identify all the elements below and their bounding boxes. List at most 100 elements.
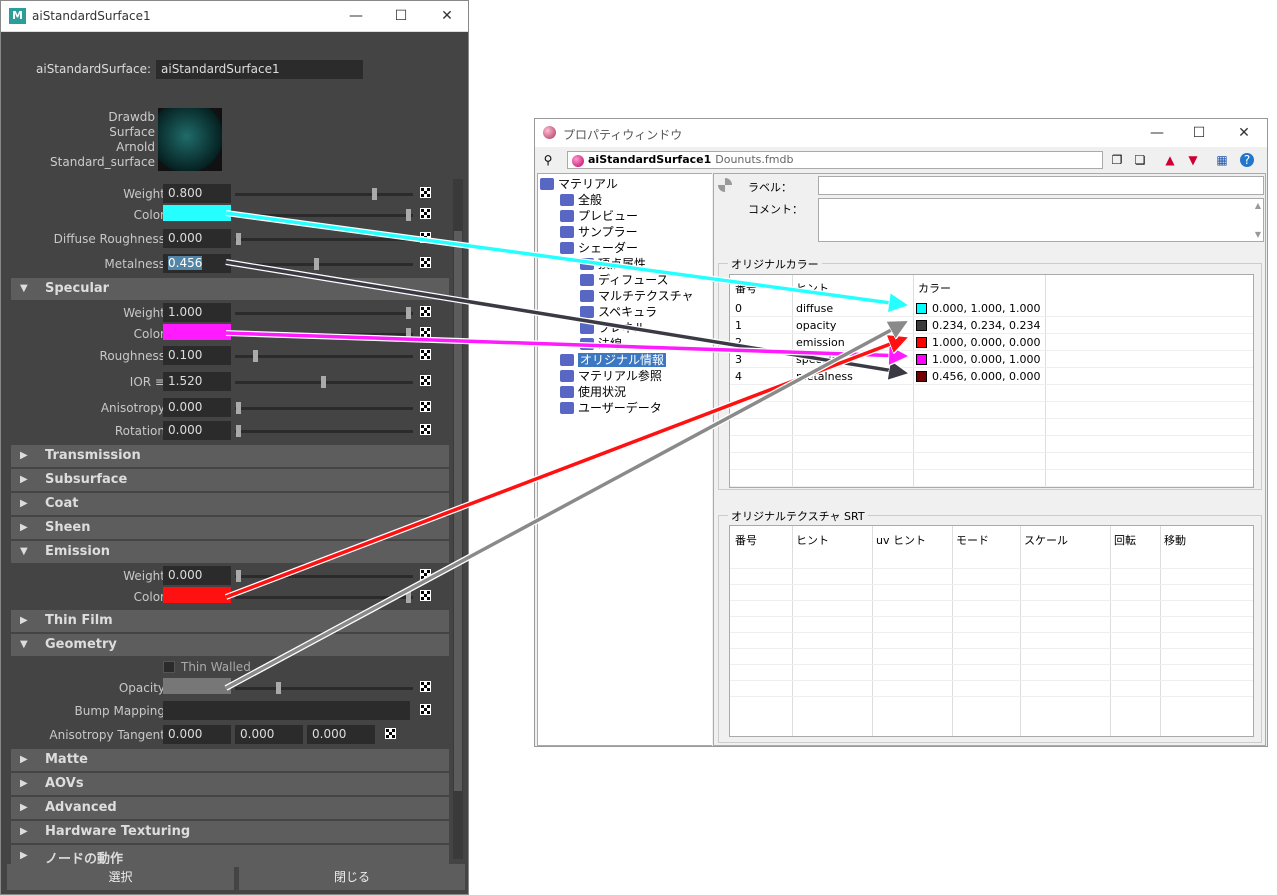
select-button[interactable]: 選択 bbox=[7, 864, 234, 890]
maximize-icon[interactable]: ☐ bbox=[391, 7, 411, 25]
tangent-y-field[interactable]: 0.000 bbox=[235, 725, 303, 744]
tree-item-11[interactable]: オリジナル情報 bbox=[560, 352, 667, 368]
section-bottom-3[interactable]: ▶ Hardware Texturing bbox=[11, 821, 449, 843]
prop-maximize-icon[interactable]: ☐ bbox=[1189, 124, 1209, 142]
texture-row[interactable] bbox=[730, 616, 1253, 633]
map-button-icon[interactable] bbox=[420, 590, 431, 601]
value-field[interactable]: 1.520 bbox=[163, 372, 231, 391]
slider-handle[interactable] bbox=[406, 307, 411, 319]
tree-item-2[interactable]: プレビュー bbox=[560, 208, 638, 224]
tex-col-header[interactable]: uv ヒント bbox=[876, 532, 926, 548]
section-0[interactable]: ▶ Transmission bbox=[11, 445, 449, 467]
section-geometry[interactable]: ▼ Geometry bbox=[11, 634, 449, 656]
window-icon[interactable]: ▦ bbox=[1215, 153, 1229, 167]
value-slider[interactable] bbox=[235, 591, 413, 603]
section-specular[interactable]: ▼ Specular bbox=[11, 278, 449, 300]
slider-handle[interactable] bbox=[236, 233, 241, 245]
slider-handle[interactable] bbox=[253, 350, 258, 362]
value-slider[interactable] bbox=[235, 258, 413, 270]
copy-icon[interactable]: ❐ bbox=[1110, 153, 1124, 167]
value-slider[interactable] bbox=[235, 233, 413, 245]
section-thin-film[interactable]: ▶ Thin Film bbox=[11, 610, 449, 632]
minimize-icon[interactable]: — bbox=[346, 7, 366, 25]
bump-field[interactable] bbox=[163, 701, 410, 720]
section-bottom-0[interactable]: ▶ Matte bbox=[11, 749, 449, 771]
tex-col-header[interactable]: 番号 bbox=[735, 532, 757, 548]
color-swatch[interactable] bbox=[163, 324, 231, 340]
scroll-up-icon[interactable]: ▲ bbox=[1255, 201, 1261, 210]
slider-handle[interactable] bbox=[314, 258, 319, 270]
texture-row[interactable] bbox=[730, 664, 1253, 681]
color-row[interactable]: 3 specular 1.000, 0.000, 1.000 bbox=[730, 351, 1253, 368]
texture-row[interactable] bbox=[730, 584, 1253, 601]
color-swatch[interactable] bbox=[163, 205, 231, 221]
map-button-icon[interactable] bbox=[420, 401, 431, 412]
color-row[interactable] bbox=[730, 436, 1253, 453]
value-slider[interactable] bbox=[235, 328, 413, 340]
texture-row[interactable] bbox=[730, 680, 1253, 697]
section-2[interactable]: ▶ Coat bbox=[11, 493, 449, 515]
color-row[interactable]: 1 opacity 0.234, 0.234, 0.234 bbox=[730, 317, 1253, 334]
value-slider[interactable] bbox=[235, 425, 413, 437]
tree-item-6[interactable]: ディフュース bbox=[580, 272, 669, 288]
map-button-icon[interactable] bbox=[420, 257, 431, 268]
tree-item-9[interactable]: フレネル bbox=[580, 320, 646, 336]
tree-item-10[interactable]: 法線 bbox=[580, 336, 622, 352]
prop-close-icon[interactable]: ✕ bbox=[1234, 124, 1254, 142]
color-row[interactable]: 0 diffuse 0.000, 1.000, 1.000 bbox=[730, 300, 1253, 317]
value-field[interactable]: 0.100 bbox=[163, 346, 231, 365]
prop-minimize-icon[interactable]: — bbox=[1147, 124, 1167, 142]
pin-icon[interactable]: ⚲ bbox=[541, 153, 555, 167]
map-button-icon[interactable] bbox=[385, 728, 396, 739]
tangent-x-field[interactable]: 0.000 bbox=[163, 725, 231, 744]
close-button[interactable]: 閉じる bbox=[239, 864, 465, 890]
col-header-color[interactable]: カラー bbox=[918, 280, 951, 296]
paste-icon[interactable]: ❏ bbox=[1133, 153, 1147, 167]
map-button-icon[interactable] bbox=[420, 187, 431, 198]
value-field[interactable]: 0.000 bbox=[163, 398, 231, 417]
value-field[interactable]: 1.000 bbox=[163, 303, 231, 322]
tree-item-13[interactable]: 使用状況 bbox=[560, 384, 626, 400]
slider-handle[interactable] bbox=[406, 328, 411, 340]
tree-item-8[interactable]: スペキュラ bbox=[580, 304, 657, 320]
slider-handle[interactable] bbox=[276, 682, 281, 694]
label-input[interactable] bbox=[818, 176, 1264, 195]
map-button-icon[interactable] bbox=[420, 704, 431, 715]
color-row[interactable] bbox=[730, 402, 1253, 419]
help-icon[interactable]: ? bbox=[1240, 153, 1254, 167]
value-slider[interactable] bbox=[235, 350, 413, 362]
tex-col-header[interactable]: スケール bbox=[1024, 532, 1068, 548]
texture-row[interactable] bbox=[730, 568, 1253, 585]
section-emission[interactable]: ▼ Emission bbox=[11, 541, 449, 563]
slider-handle[interactable] bbox=[321, 376, 326, 388]
tree-item-12[interactable]: マテリアル参照 bbox=[560, 368, 662, 384]
section-3[interactable]: ▶ Sheen bbox=[11, 517, 449, 539]
color-swatch[interactable] bbox=[163, 587, 231, 603]
thin-walled-checkbox[interactable] bbox=[163, 661, 175, 673]
opacity-swatch[interactable] bbox=[163, 678, 231, 694]
col-header-hint[interactable]: ヒント bbox=[796, 280, 829, 296]
tex-col-header[interactable]: 回転 bbox=[1114, 532, 1136, 548]
col-header-index[interactable]: 番号 bbox=[735, 280, 757, 296]
tex-col-header[interactable]: 移動 bbox=[1164, 532, 1186, 548]
value-slider[interactable] bbox=[235, 570, 413, 582]
section-1[interactable]: ▶ Subsurface bbox=[11, 469, 449, 491]
opacity-slider[interactable] bbox=[235, 682, 413, 694]
tree-item-0[interactable]: マテリアル bbox=[540, 176, 618, 192]
texture-row[interactable] bbox=[730, 600, 1253, 617]
maya-scrollbar[interactable] bbox=[453, 179, 463, 859]
color-row[interactable] bbox=[730, 470, 1253, 487]
value-slider[interactable] bbox=[235, 188, 413, 200]
map-button-icon[interactable] bbox=[420, 232, 431, 243]
map-button-icon[interactable] bbox=[420, 681, 431, 692]
section-bottom-2[interactable]: ▶ Advanced bbox=[11, 797, 449, 819]
scrollbar-thumb[interactable] bbox=[454, 231, 462, 791]
tree-item-14[interactable]: ユーザーデータ bbox=[560, 400, 662, 416]
slider-handle[interactable] bbox=[372, 188, 377, 200]
tree-item-3[interactable]: サンプラー bbox=[560, 224, 638, 240]
color-row[interactable]: 2 emission 1.000, 0.000, 0.000 bbox=[730, 334, 1253, 351]
texture-row[interactable] bbox=[730, 552, 1253, 569]
color-row[interactable]: 4 metalness 0.456, 0.000, 0.000 bbox=[730, 368, 1253, 385]
value-slider[interactable] bbox=[235, 307, 413, 319]
slider-handle[interactable] bbox=[406, 209, 411, 221]
